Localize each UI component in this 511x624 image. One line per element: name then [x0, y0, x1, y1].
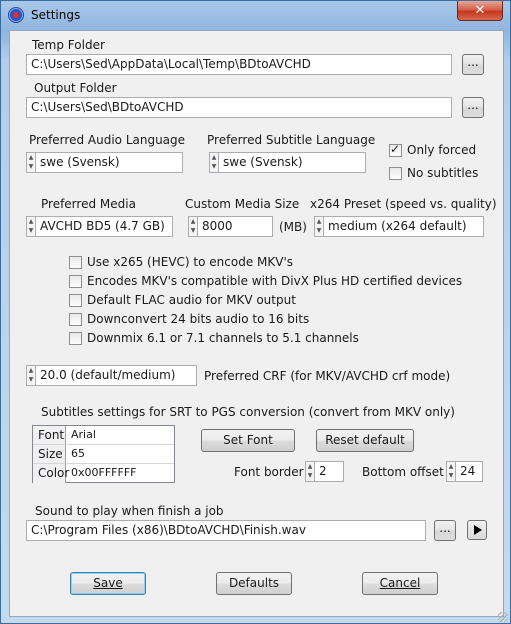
spin-up-icon[interactable]: ▲: [27, 217, 35, 226]
bottom-offset-label: Bottom offset: [362, 465, 444, 479]
spin-up-icon[interactable]: ▲: [210, 153, 218, 162]
spin-down-icon[interactable]: ▼: [189, 226, 197, 235]
downconvert-label: Downconvert 24 bits audio to 16 bits: [87, 312, 310, 326]
spin-down-icon[interactable]: ▼: [27, 162, 35, 171]
sound-file-input[interactable]: C:\Program Files (x86)\BDtoAVCHD\Finish.…: [26, 520, 426, 541]
x264-preset-label: x264 Preset (speed vs. quality): [310, 197, 497, 211]
settings-panel: Temp Folder C:\Users\Sed\AppData\Local\T…: [9, 30, 504, 617]
bottom-offset-spinner[interactable]: ▲ ▼: [446, 461, 455, 482]
subtitle-language-label: Preferred Subtitle Language: [207, 133, 376, 147]
play-icon[interactable]: [467, 520, 487, 540]
defaults-label: Defaults: [228, 576, 280, 590]
spin-up-icon[interactable]: ▲: [447, 462, 455, 471]
color-row-label: Color: [33, 464, 69, 483]
audio-language-spinner[interactable]: ▲ ▼: [26, 152, 35, 173]
custom-media-size-label: Custom Media Size: [185, 197, 300, 211]
font-border-label: Font border: [234, 465, 304, 479]
downmix-label: Downmix 6.1 or 7.1 channels to 5.1 chann…: [87, 331, 359, 345]
spin-up-icon[interactable]: ▲: [315, 217, 323, 226]
preferred-media-spinner[interactable]: ▲ ▼: [26, 216, 35, 237]
output-folder-label: Output Folder: [34, 81, 117, 95]
spin-up-icon[interactable]: ▲: [189, 217, 197, 226]
no-subtitles-label: No subtitles: [407, 166, 479, 180]
subtitles-section-heading: Subtitles settings for SRT to PGS conver…: [41, 405, 455, 419]
set-font-label: Set Font: [223, 433, 273, 447]
flac-audio-label: Default FLAC audio for MKV output: [87, 293, 296, 307]
subtitle-language-field[interactable]: swe (Svensk): [218, 152, 366, 173]
save-button[interactable]: Save: [70, 572, 146, 595]
subtitle-style-grid[interactable]: Font Arial Size 65 Color 0x00FFFFFF: [32, 425, 175, 483]
x264-preset-field[interactable]: medium (x264 default): [323, 216, 484, 237]
spin-up-icon[interactable]: ▲: [27, 366, 35, 375]
output-folder-browse-button[interactable]: ...: [462, 97, 484, 118]
cancel-button[interactable]: Cancel: [362, 572, 438, 595]
divx-compatible-checkbox[interactable]: [69, 275, 82, 288]
size-row-value[interactable]: 65: [67, 445, 174, 464]
cancel-label: Cancel: [379, 576, 421, 590]
defaults-button[interactable]: Defaults: [216, 572, 292, 595]
close-button[interactable]: ✕: [457, 1, 503, 21]
output-folder-input[interactable]: C:\Users\Sed\BDtoAVCHD: [26, 97, 452, 118]
font-border-spinner[interactable]: ▲ ▼: [305, 461, 314, 482]
resize-grip[interactable]: [498, 612, 508, 622]
spin-down-icon[interactable]: ▼: [447, 471, 455, 480]
set-font-button[interactable]: Set Font: [201, 429, 295, 452]
reset-default-label: Reset default: [325, 433, 405, 447]
sound-label: Sound to play when finish a job: [35, 504, 224, 518]
reset-default-button[interactable]: Reset default: [316, 429, 414, 452]
title-bar[interactable]: Settings ✕: [1, 1, 510, 29]
downmix-checkbox[interactable]: [69, 332, 82, 345]
spin-up-icon[interactable]: ▲: [306, 462, 314, 471]
spin-down-icon[interactable]: ▼: [315, 226, 323, 235]
use-x265-label: Use x265 (HEVC) to encode MKV's: [87, 255, 294, 269]
use-x265-checkbox[interactable]: [69, 256, 82, 269]
window-title: Settings: [31, 8, 81, 22]
only-forced-checkbox[interactable]: [389, 142, 402, 157]
settings-window: Settings ✕ Temp Folder C:\Users\Sed\AppD…: [0, 0, 511, 624]
color-row-value[interactable]: 0x00FFFFFF: [67, 464, 174, 483]
audio-language-label: Preferred Audio Language: [29, 133, 186, 147]
divx-compatible-label: Encodes MKV's compatible with DivX Plus …: [87, 274, 463, 288]
spin-down-icon[interactable]: ▼: [210, 162, 218, 171]
temp-folder-label: Temp Folder: [32, 38, 105, 52]
font-row-label: Font: [33, 426, 66, 445]
x264-preset-spinner[interactable]: ▲ ▼: [314, 216, 323, 237]
crf-spinner[interactable]: ▲ ▼: [26, 365, 35, 386]
app-icon: [8, 7, 24, 23]
spin-down-icon[interactable]: ▼: [27, 375, 35, 384]
spin-up-icon[interactable]: ▲: [27, 153, 35, 162]
font-row-value[interactable]: Arial: [67, 426, 174, 445]
font-border-field[interactable]: 2: [314, 461, 344, 482]
preferred-media-field[interactable]: AVCHD BD5 (4.7 GB): [35, 216, 173, 237]
save-label: Save: [93, 576, 123, 590]
spin-down-icon[interactable]: ▼: [27, 226, 35, 235]
sound-browse-button[interactable]: ...: [434, 520, 456, 541]
audio-language-field[interactable]: swe (Svensk): [35, 152, 183, 173]
temp-folder-input[interactable]: C:\Users\Sed\AppData\Local\Temp\BDtoAVCH…: [26, 54, 452, 75]
no-subtitles-checkbox[interactable]: [389, 167, 402, 180]
subtitle-language-spinner[interactable]: ▲ ▼: [209, 152, 218, 173]
only-forced-label: Only forced: [407, 143, 477, 157]
custom-media-size-field[interactable]: 8000: [197, 216, 273, 237]
bottom-offset-field[interactable]: 24: [455, 461, 483, 482]
temp-folder-browse-button[interactable]: ...: [462, 54, 484, 75]
downconvert-checkbox[interactable]: [69, 313, 82, 326]
spin-down-icon[interactable]: ▼: [306, 471, 314, 480]
size-row-label: Size: [33, 445, 66, 464]
preferred-media-label: Preferred Media: [41, 197, 136, 211]
custom-media-size-spinner[interactable]: ▲ ▼: [188, 216, 197, 237]
custom-media-unit: (MB): [279, 220, 307, 234]
crf-label: Preferred CRF (for MKV/AVCHD crf mode): [204, 369, 451, 383]
flac-audio-checkbox[interactable]: [69, 294, 82, 307]
crf-field[interactable]: 20.0 (default/medium): [35, 365, 197, 386]
